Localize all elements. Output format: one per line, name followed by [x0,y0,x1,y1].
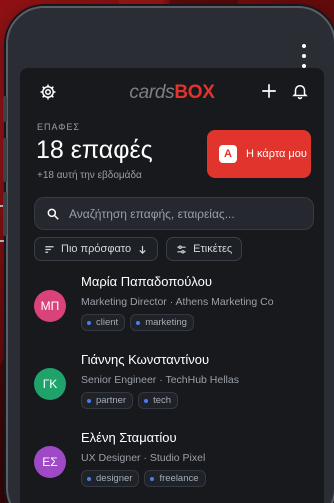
my-card-label: Η κάρτα μου [246,148,307,160]
phone-frame: cardsBOX ΕΠΑΦΕΣ 18 επαφές +18 αυτή την ε… [3,6,334,503]
app-screen: cardsBOX ΕΠΑΦΕΣ 18 επαφές +18 αυτή την ε… [20,68,324,503]
avatar: ΕΣ [34,446,66,478]
sort-chip[interactable]: Πιο πρόσφατο [34,237,159,261]
contact-row[interactable]: ΕΣ Ελένη Σταματίου UX Designer · Studio … [20,427,324,503]
contact-list: ΜΠ Μαρία Παπαδοπούλου Marketing Director… [20,271,324,503]
arrow-down-icon [139,245,146,254]
contact-name: Γιάννης Κωνσταντίνου [81,352,210,367]
app-bar: cardsBOX [20,68,324,112]
my-card-button[interactable]: A Η κάρτα μου [207,130,311,178]
contact-role: Marketing Director · Athens Marketing Co [81,296,274,308]
contact-role: UX Designer · Studio Pixel [81,452,206,464]
contact-row[interactable]: ΓΚ Γιάννης Κωνσταντίνου Senior Engineer … [20,349,324,427]
tags-label: Ετικέτες [193,243,233,255]
contact-role: Senior Engineer · TechHub Hellas [81,374,239,386]
contacts-header: ΕΠΑΦΕΣ 18 επαφές +18 αυτή την εβδομάδα A… [20,112,324,192]
side-button [3,138,7,182]
plus-icon[interactable] [260,82,278,100]
search-icon [47,208,59,220]
avatar: ΜΠ [34,290,66,322]
side-button [3,192,7,236]
my-card-badge: A [219,145,237,163]
bell-icon[interactable] [291,81,309,101]
contact-row[interactable]: ΜΠ Μαρία Παπαδοπούλου Marketing Director… [20,271,324,349]
section-label: ΕΠΑΦΕΣ [37,122,80,132]
app-logo: cardsBOX [129,82,215,103]
tag-chip[interactable]: partner [81,392,134,409]
weekly-subtitle: +18 αυτή την εβδομάδα [37,170,142,181]
contact-name: Μαρία Παπαδοπούλου [81,274,213,289]
tag-chip[interactable]: marketing [130,314,194,331]
search-bar[interactable] [34,197,314,230]
contact-name: Ελένη Σταματίου [81,430,177,445]
tag-chip[interactable]: freelance [144,470,206,487]
side-button [3,96,7,122]
search-input[interactable] [69,206,299,221]
sliders-icon [177,244,186,254]
tag-chip[interactable]: designer [81,470,140,487]
filter-chips: Πιο πρόσφατο Ετικέτες [34,237,243,261]
tags-chip[interactable]: Ετικέτες [166,237,243,261]
avatar: ΓΚ [34,368,66,400]
contact-tags: client marketing [81,314,194,331]
contact-tags: partner tech [81,392,179,409]
sort-label: Πιο πρόσφατο [61,243,132,255]
contact-count: 18 επαφές [36,136,153,164]
tag-chip[interactable]: tech [138,392,179,409]
tag-chip[interactable]: client [81,314,126,331]
contact-tags: designer freelance [81,470,206,487]
sort-lines-icon [45,245,54,253]
